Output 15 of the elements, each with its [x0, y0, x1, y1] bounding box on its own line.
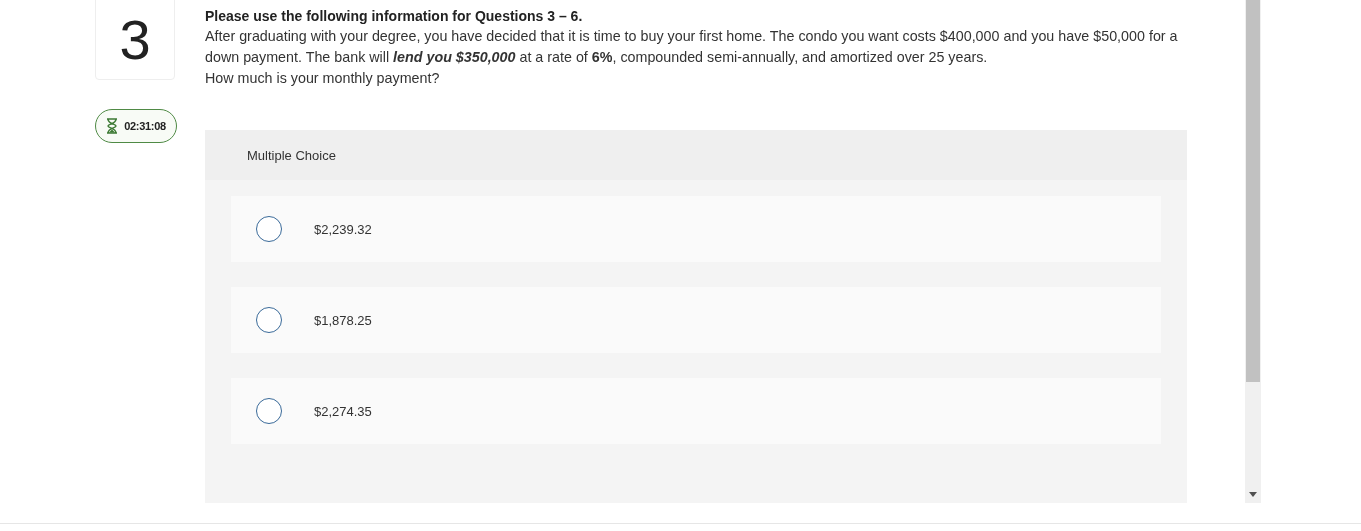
hourglass-icon: [106, 118, 119, 134]
radio-button[interactable]: [256, 398, 282, 424]
answer-option[interactable]: $2,239.32: [231, 196, 1161, 262]
answer-option[interactable]: $1,878.25: [231, 287, 1161, 353]
answer-type-label: Multiple Choice: [247, 147, 336, 163]
question-prompt: How much is your monthly payment?: [205, 69, 441, 88]
radio-button[interactable]: [256, 307, 282, 333]
answer-option[interactable]: $2,274.35: [231, 378, 1161, 444]
timer: 02:31:08: [95, 109, 177, 143]
scroll-down-icon[interactable]: [1249, 492, 1257, 497]
question-heading: Please use the following information for Questions 3 – 6.: [205, 7, 584, 26]
question-number: 3: [95, 0, 175, 80]
scrollbar-thumb[interactable]: [1246, 0, 1260, 382]
question-text: After graduating with your degree, you have decided that it is time to buy your first home. The condo you want costs $400,000 and you have $50,000 for a down payment. The bank will lend you $350,000 at a rate of 6%, compounded semi-annually, and amortized over 25 years.: [205, 27, 1179, 67]
radio-button[interactable]: [256, 216, 282, 242]
